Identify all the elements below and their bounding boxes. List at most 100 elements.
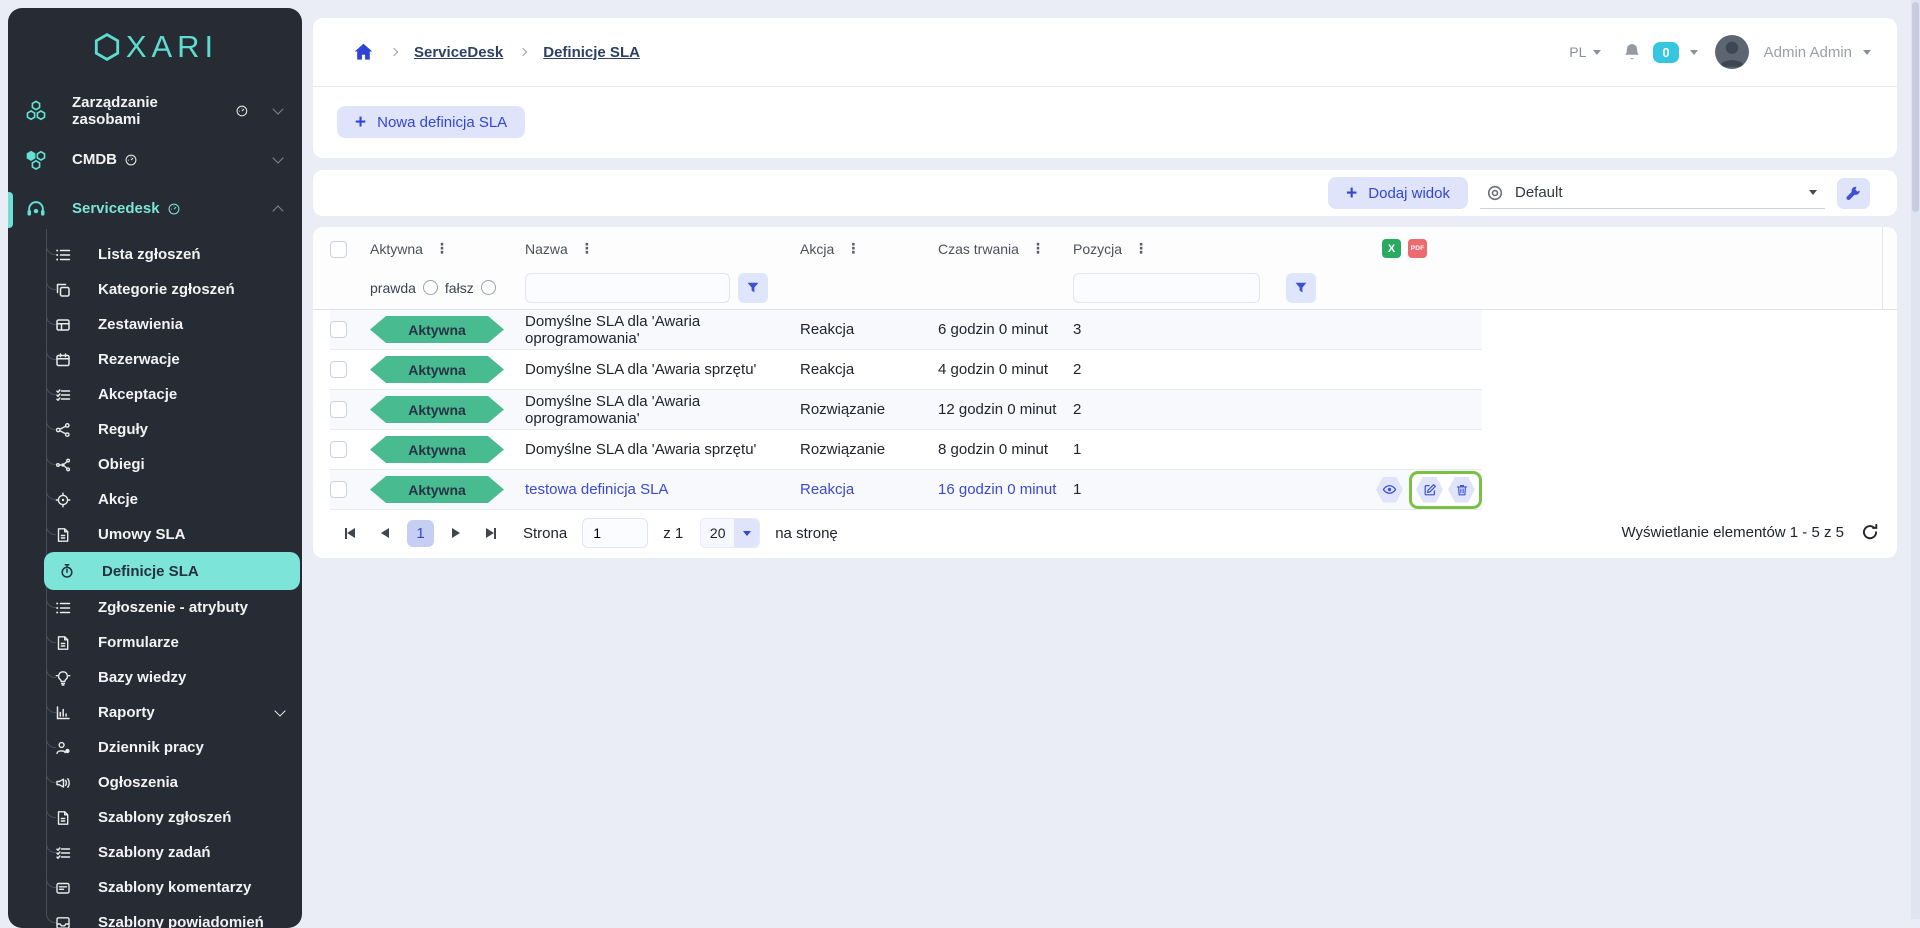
- column-header-pozycja[interactable]: Pozycja⋮: [1073, 241, 1183, 257]
- table-row-selected[interactable]: Aktywna testowa definicja SLA Reakcja 16…: [330, 470, 1482, 510]
- sidebar-section-asset-management[interactable]: Zarządzanie zasobami: [8, 86, 302, 135]
- language-value: PL: [1569, 44, 1586, 60]
- row-checkbox[interactable]: [330, 321, 347, 338]
- hexagon-cluster-filled-icon: [25, 149, 47, 171]
- view-settings-button[interactable]: [1837, 178, 1870, 209]
- view-select[interactable]: Default: [1480, 178, 1825, 209]
- sidebar-item-szablony-zgloszen[interactable]: Szablony zgłoszeń: [8, 800, 302, 835]
- sla-position: 1: [1073, 441, 1183, 458]
- sidebar-item-formularze[interactable]: Formularze: [8, 625, 302, 660]
- sidebar-item-szablony-powiadomien[interactable]: Szablony powiadomień: [8, 905, 302, 928]
- page-number-input[interactable]: [582, 518, 648, 548]
- document-icon: [55, 635, 71, 651]
- breadcrumb-definicje-sla[interactable]: Definicje SLA: [543, 44, 640, 61]
- sla-duration: 6 godzin 0 minut: [938, 321, 1073, 338]
- row-checkbox[interactable]: [330, 441, 347, 458]
- column-menu-icon[interactable]: ⋮: [580, 241, 594, 257]
- export-pdf-icon[interactable]: PDF: [1408, 239, 1427, 258]
- sidebar-item-lista-zgloszen[interactable]: Lista zgłoszeń: [8, 237, 302, 272]
- scrollbar-thumb[interactable]: [1912, 2, 1919, 212]
- language-selector[interactable]: PL: [1569, 44, 1601, 60]
- sidebar-item-reguly[interactable]: Reguły: [8, 412, 302, 447]
- delete-button[interactable]: [1448, 477, 1475, 503]
- column-header-nazwa[interactable]: Nazwa⋮: [525, 241, 800, 257]
- export-excel-icon[interactable]: X: [1382, 239, 1401, 258]
- caret-down-icon[interactable]: [1863, 50, 1871, 55]
- radio-falsz[interactable]: [481, 280, 496, 295]
- sidebar-item-akceptacje[interactable]: Akceptacje: [8, 377, 302, 412]
- per-page-select[interactable]: 20: [700, 518, 760, 548]
- sidebar-item-szablony-komentarzy[interactable]: Szablony komentarzy: [8, 870, 302, 905]
- sidebar-section-cmdb[interactable]: CMDB: [8, 135, 302, 184]
- column-menu-icon[interactable]: ⋮: [1031, 241, 1045, 257]
- breadcrumb-servicedesk[interactable]: ServiceDesk: [414, 44, 503, 61]
- sla-action: Reakcja: [800, 321, 938, 338]
- column-menu-icon[interactable]: ⋮: [435, 241, 449, 257]
- page-label: Strona: [523, 525, 567, 542]
- refresh-button[interactable]: [1861, 523, 1879, 541]
- chevron-down-icon: [274, 705, 285, 716]
- name-filter-input[interactable]: [525, 273, 730, 303]
- bell-icon[interactable]: [1622, 42, 1642, 62]
- sidebar-item-label: Definicje SLA: [102, 563, 199, 580]
- name-filter-button[interactable]: [738, 273, 768, 303]
- row-checkbox[interactable]: [330, 481, 347, 498]
- caret-down-icon[interactable]: [1690, 50, 1698, 55]
- sidebar-item-akcje[interactable]: Akcje: [8, 482, 302, 517]
- sidebar-section-label: Servicedesk: [72, 200, 160, 217]
- first-page-button[interactable]: [337, 520, 363, 546]
- hexagon-cluster-icon: [25, 100, 47, 122]
- sidebar-item-kategorie-zgloszen[interactable]: Kategorie zgłoszeń: [8, 272, 302, 307]
- sidebar-item-bazy-wiedzy[interactable]: Bazy wiedzy: [8, 660, 302, 695]
- column-header-aktywna[interactable]: Aktywna⋮: [370, 241, 525, 257]
- sidebar-item-umowy-sla[interactable]: Umowy SLA: [8, 517, 302, 552]
- funnel-icon: [1294, 281, 1308, 295]
- edit-button[interactable]: [1416, 477, 1443, 503]
- select-all-checkbox[interactable]: [330, 241, 347, 258]
- status-badge: Aktywna: [370, 476, 504, 503]
- sidebar-item-raporty[interactable]: Raporty: [8, 695, 302, 730]
- preview-button[interactable]: [1376, 477, 1403, 503]
- report-chart-icon: [55, 705, 71, 721]
- sidebar-item-ogloszenia[interactable]: Ogłoszenia: [8, 765, 302, 800]
- list-icon: [55, 600, 71, 616]
- sidebar-item-dziennik-pracy[interactable]: Dziennik pracy: [8, 730, 302, 765]
- column-menu-icon[interactable]: ⋮: [846, 241, 860, 257]
- sidebar-item-obiegi[interactable]: Obiegi: [8, 447, 302, 482]
- logo-hexagon-icon: [92, 32, 122, 62]
- row-checkbox[interactable]: [330, 401, 347, 418]
- radio-prawda[interactable]: [423, 280, 438, 295]
- position-filter-input[interactable]: [1074, 274, 1260, 302]
- table-row[interactable]: Aktywna Domyślne SLA dla 'Awaria sprzętu…: [330, 430, 1482, 470]
- sidebar-item-zgloszenie-atrybuty[interactable]: Zgłoszenie - atrybuty: [8, 590, 302, 625]
- row-checkbox[interactable]: [330, 361, 347, 378]
- sidebar-item-label: Bazy wiedzy: [98, 669, 186, 686]
- sidebar-item-zestawienia[interactable]: Zestawienia: [8, 307, 302, 342]
- current-page-button[interactable]: 1: [407, 520, 434, 547]
- column-menu-icon[interactable]: ⋮: [1134, 241, 1148, 257]
- headset-icon: [25, 198, 47, 220]
- sidebar-item-definicje-sla[interactable]: Definicje SLA: [44, 552, 300, 590]
- sla-name: Domyślne SLA dla 'Awaria oprogramowania': [525, 393, 800, 427]
- sidebar-item-szablony-zadan[interactable]: Szablony zadań: [8, 835, 302, 870]
- table-row[interactable]: Aktywna Domyślne SLA dla 'Awaria oprogra…: [330, 310, 1482, 350]
- position-filter-button[interactable]: [1286, 273, 1316, 303]
- sidebar-item-label: Reguły: [98, 421, 148, 438]
- sidebar-section-servicedesk[interactable]: Servicedesk: [8, 184, 302, 233]
- highlighted-action-group: [1409, 471, 1482, 509]
- new-sla-definition-button[interactable]: + Nowa definicja SLA: [337, 106, 525, 138]
- column-header-akcja[interactable]: Akcja⋮: [800, 241, 938, 257]
- add-view-button[interactable]: + Dodaj widok: [1328, 177, 1468, 209]
- app-logo: XARI: [8, 8, 302, 86]
- table-row[interactable]: Aktywna Domyślne SLA dla 'Awaria sprzętu…: [330, 350, 1482, 390]
- sidebar-item-label: Szablony powiadomień: [98, 914, 264, 928]
- table-row[interactable]: Aktywna Domyślne SLA dla 'Awaria oprogra…: [330, 390, 1482, 430]
- avatar[interactable]: [1715, 35, 1749, 69]
- home-icon[interactable]: [353, 42, 374, 63]
- sidebar-item-rezerwacje[interactable]: Rezerwacje: [8, 342, 302, 377]
- previous-page-button[interactable]: [372, 520, 398, 546]
- next-page-button[interactable]: [443, 520, 469, 546]
- last-page-button[interactable]: [478, 520, 504, 546]
- column-header-czas-trwania[interactable]: Czas trwania⋮: [938, 241, 1073, 257]
- sla-action: Rozwiązanie: [800, 441, 938, 458]
